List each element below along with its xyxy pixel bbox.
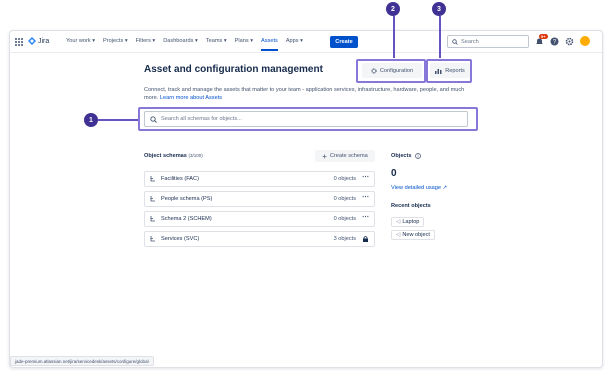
page-description: Connect, track and manage the assets tha…	[144, 86, 474, 102]
nav-teams-label: Teams	[205, 38, 223, 44]
schema-name-text: Services	[161, 236, 183, 242]
nav-plans-label: Plans	[234, 38, 249, 44]
object-icon: ◁	[396, 219, 401, 225]
top-navigation: Jira Your work ▾ Projects ▾ Filters ▾ Da…	[10, 31, 602, 53]
nav-menu: Your work ▾ Projects ▾ Filters ▾ Dashboa…	[62, 38, 307, 51]
global-search-input[interactable]: Search	[447, 35, 529, 48]
callout-highlight-configuration	[356, 59, 426, 83]
more-actions-icon[interactable]: ⋯	[362, 193, 369, 201]
app-window: Jira Your work ▾ Projects ▾ Filters ▾ Da…	[9, 30, 603, 368]
object-icon: ◁	[396, 232, 401, 238]
schema-object-count: 0 objects	[333, 176, 356, 182]
schema-row-schema2[interactable]: Schema 2 (SCHEM) 0 objects ⋯	[144, 211, 375, 227]
schema-key: (SCHEM)	[187, 216, 212, 222]
info-icon[interactable]	[414, 153, 421, 159]
nav-projects-label: Projects	[103, 38, 124, 44]
callout-connector-2	[393, 16, 395, 58]
schema-name-text: People schema	[161, 196, 200, 202]
schema-key: (PS)	[201, 196, 213, 202]
schema-icon	[150, 216, 155, 222]
create-schema-label: Create schema	[329, 153, 368, 159]
schema-icon	[150, 236, 155, 242]
notification-badge: 9+	[539, 33, 548, 39]
plus-icon: +	[322, 151, 327, 161]
callout-connector-1	[98, 119, 138, 121]
callout-marker-2: 2	[386, 2, 400, 16]
nav-your-work[interactable]: Your work ▾	[62, 38, 99, 44]
recent-objects-heading: Recent objects	[391, 203, 431, 209]
callout-highlight-search	[138, 107, 478, 131]
nav-dashboards-label: Dashboards	[163, 38, 194, 44]
help-icon[interactable]: ?	[550, 37, 559, 46]
nav-apps-label: Apps	[285, 38, 299, 44]
object-schemas-count: (3/100)	[188, 153, 203, 158]
schema-key: (SVC)	[184, 236, 200, 242]
schema-row-facilities[interactable]: Facilities (FAC) 0 objects ⋯	[144, 171, 375, 187]
recent-object-label: Laptop	[402, 219, 420, 225]
callout-connector-3	[439, 16, 441, 58]
schema-object-count: 0 objects	[333, 196, 356, 202]
more-actions-icon[interactable]: ⋯	[362, 173, 369, 181]
schema-name: Services (SVC)	[161, 236, 199, 242]
nav-your-work-label: Your work	[66, 38, 91, 44]
callout-marker-3: 3	[432, 2, 446, 16]
schema-icon	[150, 196, 155, 202]
schema-name-text: Facilities	[161, 176, 183, 182]
nav-teams[interactable]: Teams ▾	[202, 38, 231, 44]
schema-icon	[150, 176, 155, 182]
global-search-placeholder: Search	[461, 38, 479, 45]
callout-highlight-reports	[426, 59, 472, 83]
header-actions: 9+ ?	[535, 33, 590, 46]
object-schemas-title: Object schemas	[144, 153, 187, 159]
status-bar-url: jade-premium.atlassian.net/jira/serviced…	[10, 356, 154, 366]
notifications-button[interactable]: 9+	[535, 33, 548, 46]
callout-marker-1: 1	[84, 113, 98, 127]
create-schema-button[interactable]: + Create schema	[315, 150, 375, 162]
external-link-icon: ↗	[442, 185, 448, 191]
app-switcher-icon[interactable]	[15, 38, 23, 46]
nav-assets[interactable]: Assets	[257, 38, 282, 51]
object-schemas-heading: Object schemas (3/100)	[144, 153, 203, 159]
recent-object-laptop[interactable]: ◁ Laptop	[391, 217, 425, 227]
schema-object-count: 0 objects	[333, 216, 356, 222]
schema-name: Facilities (FAC)	[161, 176, 199, 182]
recent-object-new[interactable]: ◁ New object	[391, 230, 435, 240]
objects-heading: Objects	[391, 153, 421, 159]
schema-row-people[interactable]: People schema (PS) 0 objects ⋯	[144, 191, 375, 207]
jira-logo[interactable]: Jira	[28, 37, 49, 45]
recent-object-label: New object	[402, 232, 430, 238]
schema-name-text: Schema 2	[161, 216, 187, 222]
search-icon	[452, 38, 458, 45]
page-title: Asset and configuration management	[144, 64, 323, 75]
lock-icon	[363, 236, 368, 242]
nav-filters-label: Filters	[135, 38, 151, 44]
jira-logo-icon	[28, 37, 36, 45]
view-usage-link[interactable]: View detailed usage ↗	[391, 185, 447, 191]
nav-filters[interactable]: Filters ▾	[132, 38, 160, 44]
more-actions-icon[interactable]: ⋯	[362, 213, 369, 221]
logo-text: Jira	[38, 37, 50, 45]
learn-more-link[interactable]: Learn more about Assets	[160, 95, 222, 101]
schema-row-services[interactable]: Services (SVC) 3 objects	[144, 231, 375, 247]
nav-apps[interactable]: Apps ▾	[282, 38, 307, 44]
schema-name: People schema (PS)	[161, 196, 212, 202]
nav-dashboards[interactable]: Dashboards ▾	[159, 38, 202, 44]
nav-assets-label: Assets	[261, 38, 278, 44]
schema-key: (FAC)	[184, 176, 199, 182]
nav-projects[interactable]: Projects ▾	[99, 38, 132, 44]
profile-avatar[interactable]	[580, 36, 590, 46]
schema-name: Schema 2 (SCHEM)	[161, 216, 212, 222]
view-usage-label: View detailed usage	[391, 185, 441, 191]
create-button[interactable]: Create	[330, 36, 358, 48]
objects-count: 0	[391, 168, 397, 179]
schema-object-count: 3 objects	[333, 236, 356, 242]
settings-icon[interactable]	[565, 37, 574, 46]
objects-title: Objects	[391, 153, 412, 159]
nav-plans[interactable]: Plans ▾	[231, 38, 257, 44]
